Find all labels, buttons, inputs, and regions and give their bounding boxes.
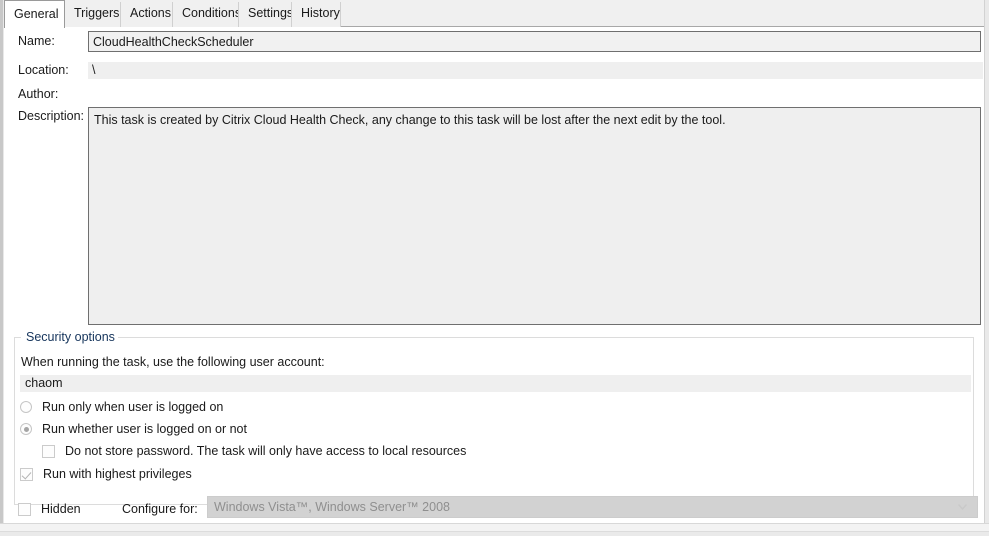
tab-history[interactable]: History [291, 2, 341, 27]
tab-general-label: General [14, 7, 58, 21]
radio-run-only-when-logged-on[interactable]: Run only when user is logged on [20, 398, 223, 416]
author-value [88, 86, 983, 103]
radio-indicator-logged-on [20, 401, 32, 413]
tab-conditions[interactable]: Conditions [172, 2, 239, 27]
checkbox-label-highest-privileges: Run with highest privileges [43, 467, 192, 481]
checkbox-label-hidden: Hidden [41, 502, 81, 516]
configure-for-selected-value: Windows Vista™, Windows Server™ 2008 [214, 500, 450, 514]
user-account-value: chaom [20, 375, 971, 392]
window-frame-bottom-inner [0, 531, 989, 536]
location-value: \ [88, 62, 983, 79]
checkbox-label-no-password: Do not store password. The task will onl… [65, 444, 466, 458]
tab-general[interactable]: General [4, 0, 65, 28]
radio-label-whether-logged-on: Run whether user is logged on or not [42, 422, 247, 436]
location-label: Location: [18, 63, 69, 77]
tab-triggers-label: Triggers [74, 6, 119, 20]
tab-actions[interactable]: Actions [120, 2, 173, 27]
checkbox-hidden[interactable]: Hidden [18, 500, 81, 518]
checkbox-indicator-no-password [42, 445, 55, 458]
security-options-legend: Security options [23, 330, 118, 344]
tab-triggers[interactable]: Triggers [64, 2, 121, 27]
author-label: Author: [18, 87, 58, 101]
configure-for-label: Configure for: [122, 500, 198, 518]
name-label: Name: [18, 34, 55, 48]
tab-strip: General Triggers Actions Conditions Sett… [4, 0, 984, 28]
general-tab-panel: Name: Location: \ Author: Description: S… [4, 27, 984, 523]
security-group-top-border-right [113, 337, 974, 338]
chevron-down-icon [958, 504, 967, 510]
task-properties-window: General Triggers Actions Conditions Sett… [0, 0, 989, 536]
user-account-prompt: When running the task, use the following… [21, 355, 325, 369]
checkbox-indicator-highest-privileges [20, 468, 33, 481]
radio-indicator-whether-logged-on [20, 423, 32, 435]
description-label: Description: [18, 109, 84, 123]
radio-run-whether-logged-on-or-not[interactable]: Run whether user is logged on or not [20, 420, 247, 438]
window-frame-right-edge [984, 0, 989, 524]
checkbox-indicator-hidden [18, 503, 31, 516]
configure-for-dropdown[interactable]: Windows Vista™, Windows Server™ 2008 [207, 496, 978, 518]
checkbox-do-not-store-password[interactable]: Do not store password. The task will onl… [42, 442, 466, 460]
tab-settings[interactable]: Settings [238, 2, 292, 27]
radio-label-logged-on: Run only when user is logged on [42, 400, 223, 414]
description-textarea[interactable] [88, 107, 981, 325]
name-input[interactable] [88, 31, 981, 52]
tab-conditions-label: Conditions [182, 6, 241, 20]
security-group-top-border-left [14, 337, 21, 338]
tab-actions-label: Actions [130, 6, 171, 20]
checkbox-run-with-highest-privileges[interactable]: Run with highest privileges [20, 465, 192, 483]
tab-settings-label: Settings [248, 6, 293, 20]
tab-history-label: History [301, 6, 340, 20]
